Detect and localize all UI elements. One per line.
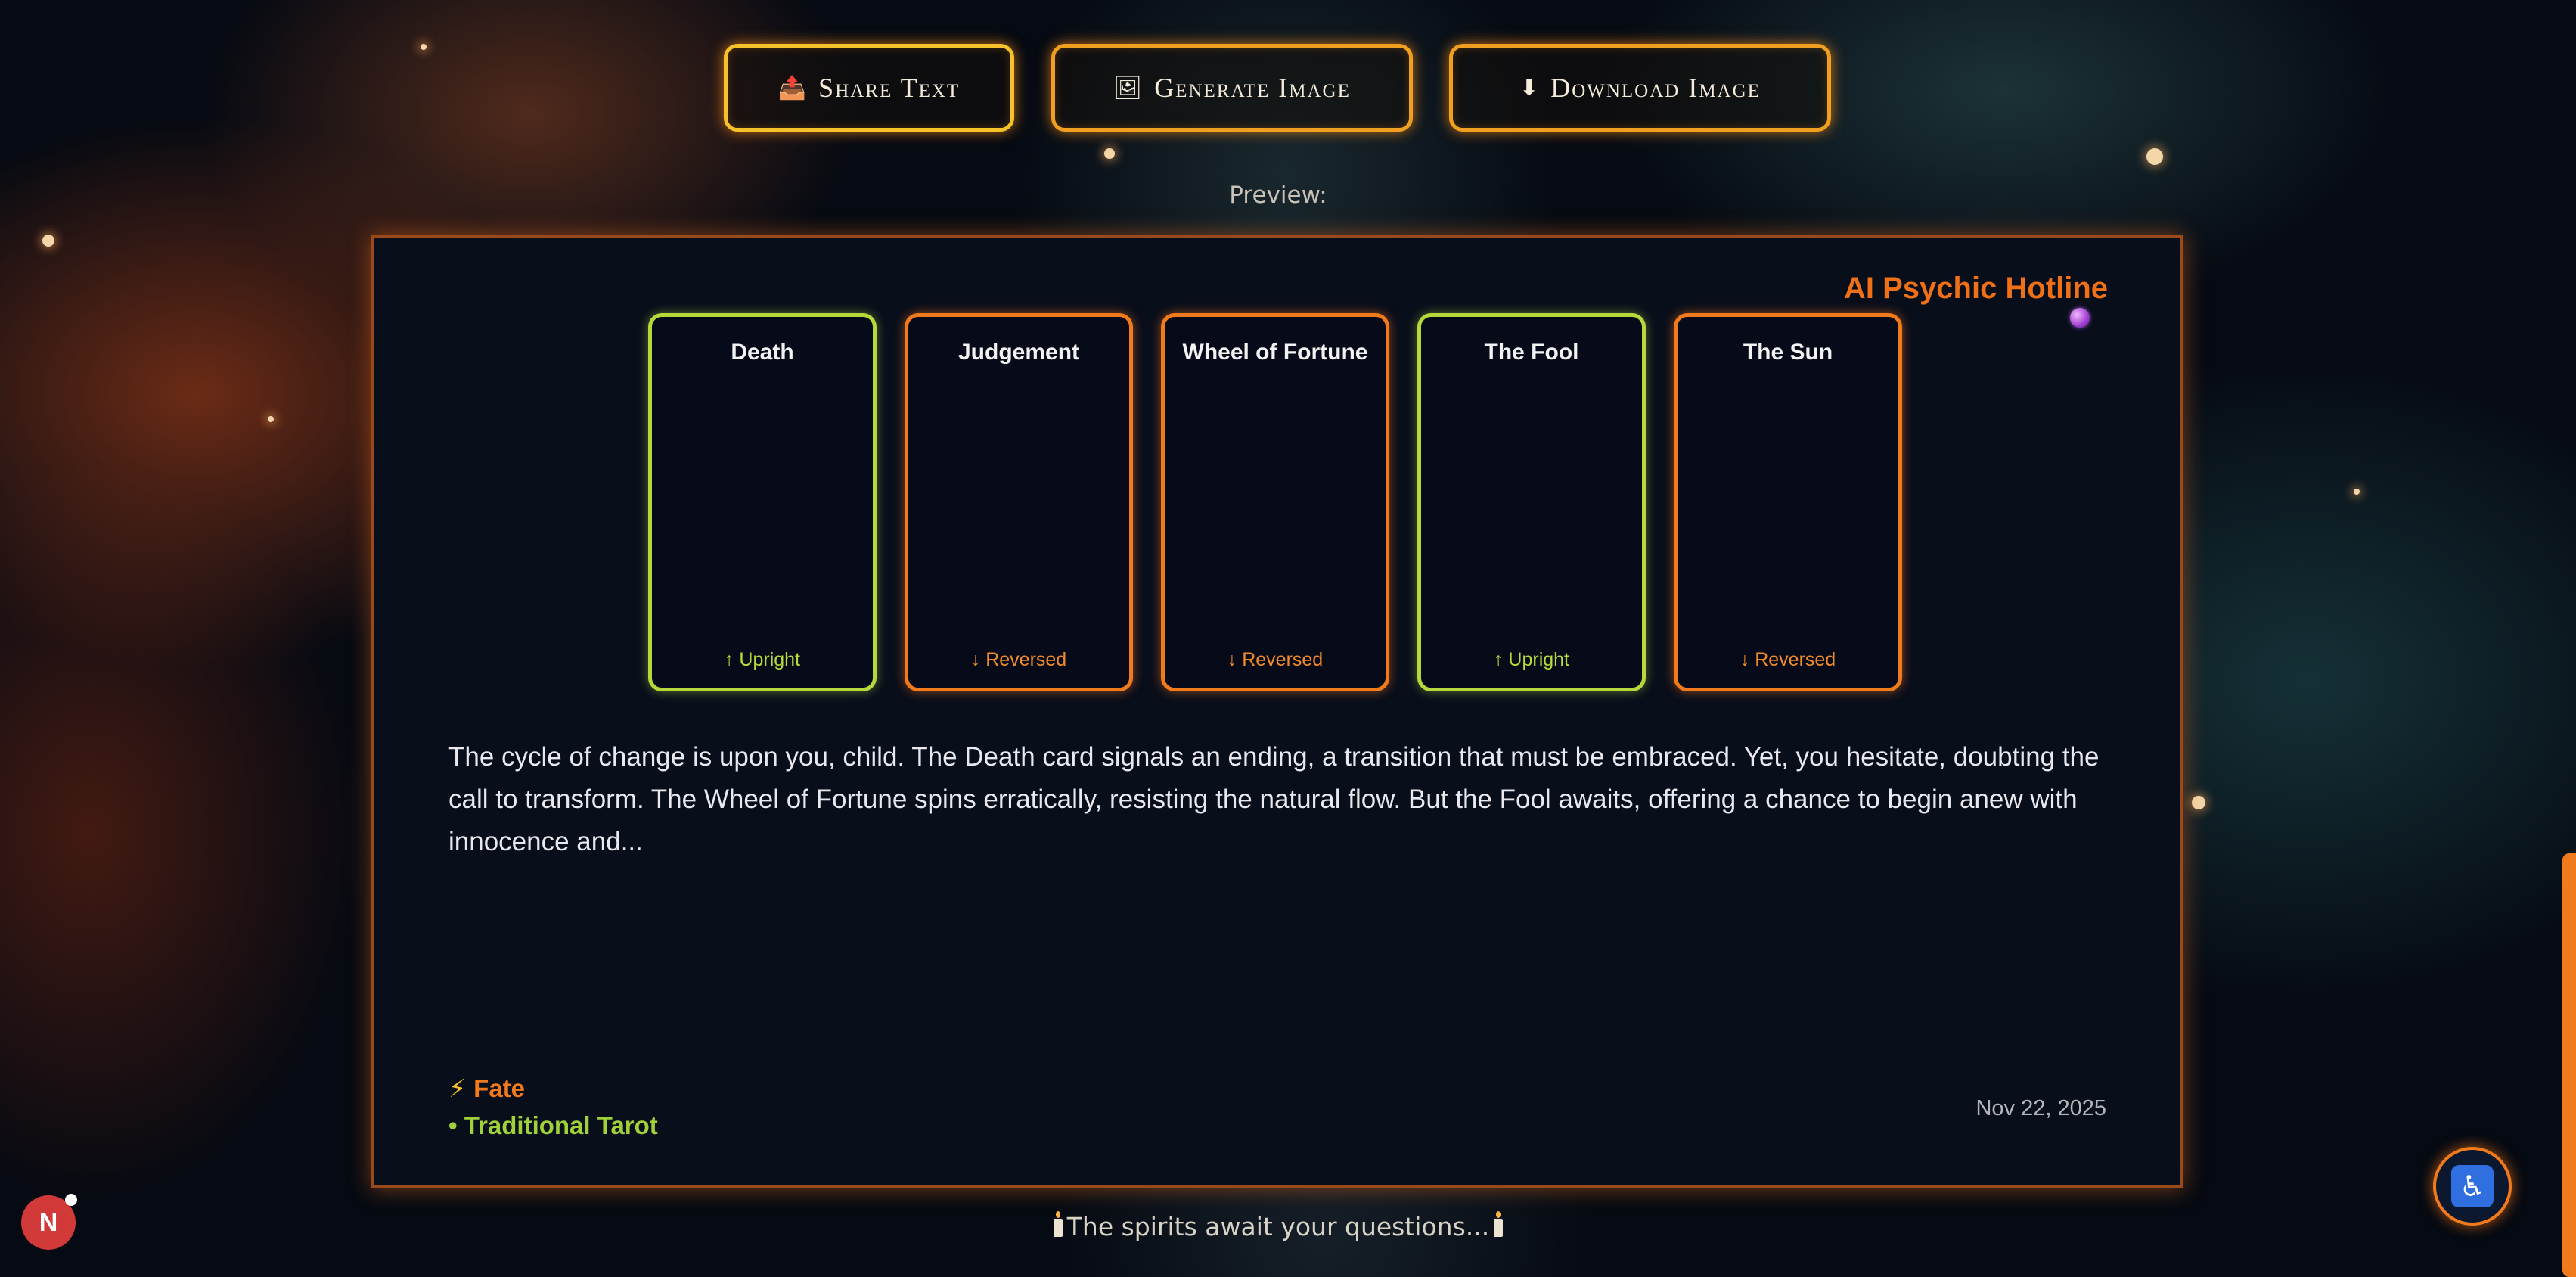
category-label: Fate	[473, 1074, 526, 1102]
download-image-button[interactable]: ⬇ Download Image	[1449, 44, 1831, 132]
share-text-label: Share Text	[818, 73, 961, 103]
image-icon: 🖼	[1113, 74, 1144, 101]
generate-image-label: Generate Image	[1154, 73, 1351, 103]
brand-title: AI Psychic Hotline	[1844, 272, 2108, 305]
reading-date: Nov 22, 2025	[1975, 1096, 2106, 1120]
footer-text: The spirits await your questions...	[1066, 1212, 1490, 1241]
card-name: Judgement	[957, 340, 1080, 365]
tarot-card-the-fool[interactable]: The Fool ↑ Upright	[1417, 313, 1646, 691]
wheelchair-icon: ♿	[2451, 1165, 2494, 1207]
share-text-button[interactable]: 📤 Share Text	[724, 44, 1014, 132]
star-decoration	[2192, 796, 2205, 809]
star-decoration	[1104, 148, 1115, 159]
reading-text: The cycle of change is upon you, child. …	[448, 742, 2100, 856]
tarot-card-judgement[interactable]: Judgement ↓ Reversed	[905, 313, 1133, 691]
tarot-card-the-sun[interactable]: The Sun ↓ Reversed	[1674, 313, 1902, 691]
user-avatar[interactable]: N	[21, 1194, 77, 1250]
notification-dot	[65, 1194, 77, 1206]
footer-message: The spirits await your questions...	[983, 1211, 1573, 1241]
candle-icon	[1494, 1211, 1504, 1237]
card-name: Death	[731, 340, 794, 365]
download-icon: ⬇	[1519, 74, 1541, 101]
star-decoration	[42, 235, 54, 247]
download-image-label: Download Image	[1550, 73, 1761, 103]
card-orientation: ↓ Reversed	[1227, 649, 1324, 670]
tarot-card-death[interactable]: Death ↑ Upright	[648, 313, 877, 691]
avatar-letter: N	[39, 1207, 58, 1237]
card-orientation: ↓ Reversed	[970, 649, 1067, 670]
card-name: The Sun	[1743, 340, 1833, 365]
share-icon: 📤	[777, 74, 808, 101]
crystal-ball-icon	[2070, 308, 2090, 328]
card-orientation: ↑ Upright	[724, 649, 801, 670]
candle-icon	[1053, 1211, 1063, 1237]
lightning-icon: ⚡	[448, 1073, 467, 1103]
accessibility-button[interactable]: ♿	[2433, 1147, 2512, 1226]
star-decoration	[2354, 489, 2360, 495]
scrollbar-thumb[interactable]	[2562, 853, 2576, 1277]
card-orientation: ↓ Reversed	[1740, 649, 1836, 670]
preview-panel: AI Psychic Hotline Death ↑ Upright Judge…	[371, 235, 2183, 1188]
card-name: The Fool	[1484, 340, 1579, 365]
star-decoration	[2146, 148, 2163, 165]
star-decoration	[268, 416, 274, 422]
preview-label: Preview:	[1229, 182, 1327, 209]
generate-image-button[interactable]: 🖼 Generate Image	[1051, 44, 1413, 132]
card-name: Wheel of Fortune	[1182, 340, 1368, 365]
deck-tag: • Traditional Tarot	[448, 1111, 658, 1139]
tarot-card-wheel-of-fortune[interactable]: Wheel of Fortune ↓ Reversed	[1161, 313, 1389, 691]
card-orientation: ↑ Upright	[1493, 649, 1570, 670]
category-tag: ⚡ Fate	[448, 1073, 525, 1103]
star-decoration	[421, 44, 427, 50]
